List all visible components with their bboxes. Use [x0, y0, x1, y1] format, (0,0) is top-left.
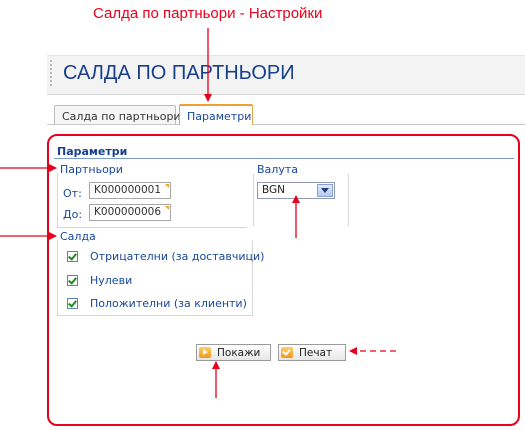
annotation-arrows — [0, 28, 396, 398]
